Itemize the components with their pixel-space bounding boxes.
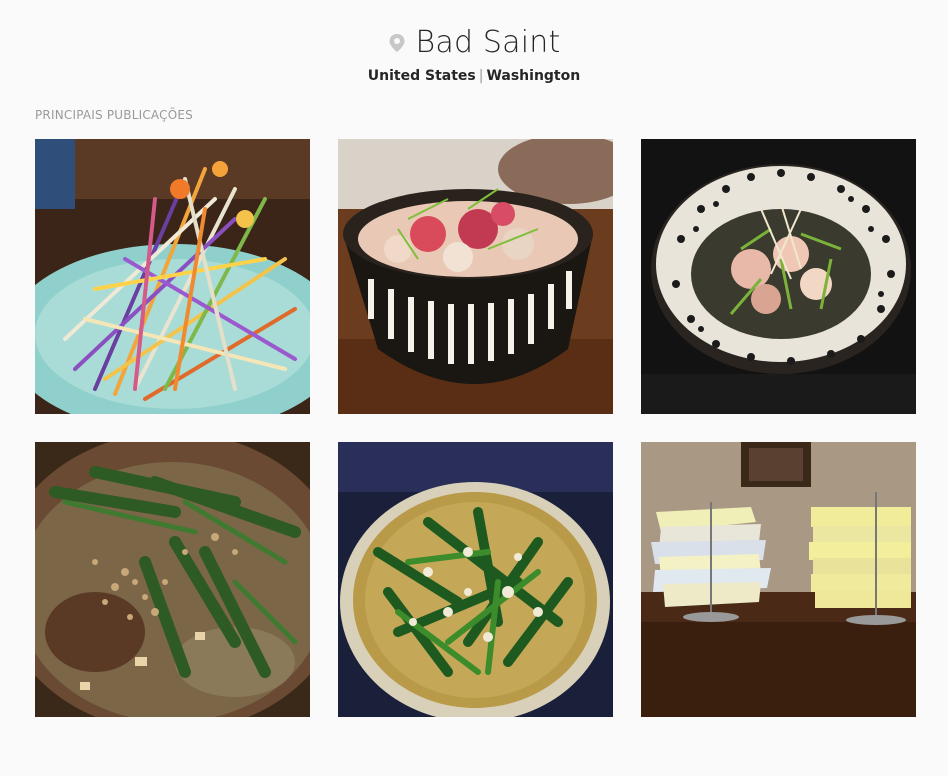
post-image-4 [35,442,310,717]
section-label: PRINCIPAIS PUBLICAÇÕES [35,108,193,122]
post-image-2 [338,139,613,414]
post-thumbnail-2[interactable] [338,139,613,414]
post-image-3 [641,139,916,414]
post-image-6 [641,442,916,717]
post-thumbnail-1[interactable] [35,139,310,414]
post-image-5 [338,442,613,717]
post-image-1 [35,139,310,414]
posts-grid [35,139,916,717]
post-thumbnail-6[interactable] [641,442,916,717]
location-header: Bad Saint United States | Washington [0,22,948,85]
city-link[interactable]: Washington [486,68,580,84]
location-title: Bad Saint [415,24,561,60]
map-pin-icon [388,33,406,53]
post-thumbnail-3[interactable] [641,139,916,414]
post-thumbnail-5[interactable] [338,442,613,717]
post-thumbnail-4[interactable] [35,442,310,717]
subtitle-separator: | [478,68,484,84]
location-subtitle: United States | Washington [0,68,948,84]
country-link[interactable]: United States [368,68,476,84]
title-row: Bad Saint [0,22,948,62]
